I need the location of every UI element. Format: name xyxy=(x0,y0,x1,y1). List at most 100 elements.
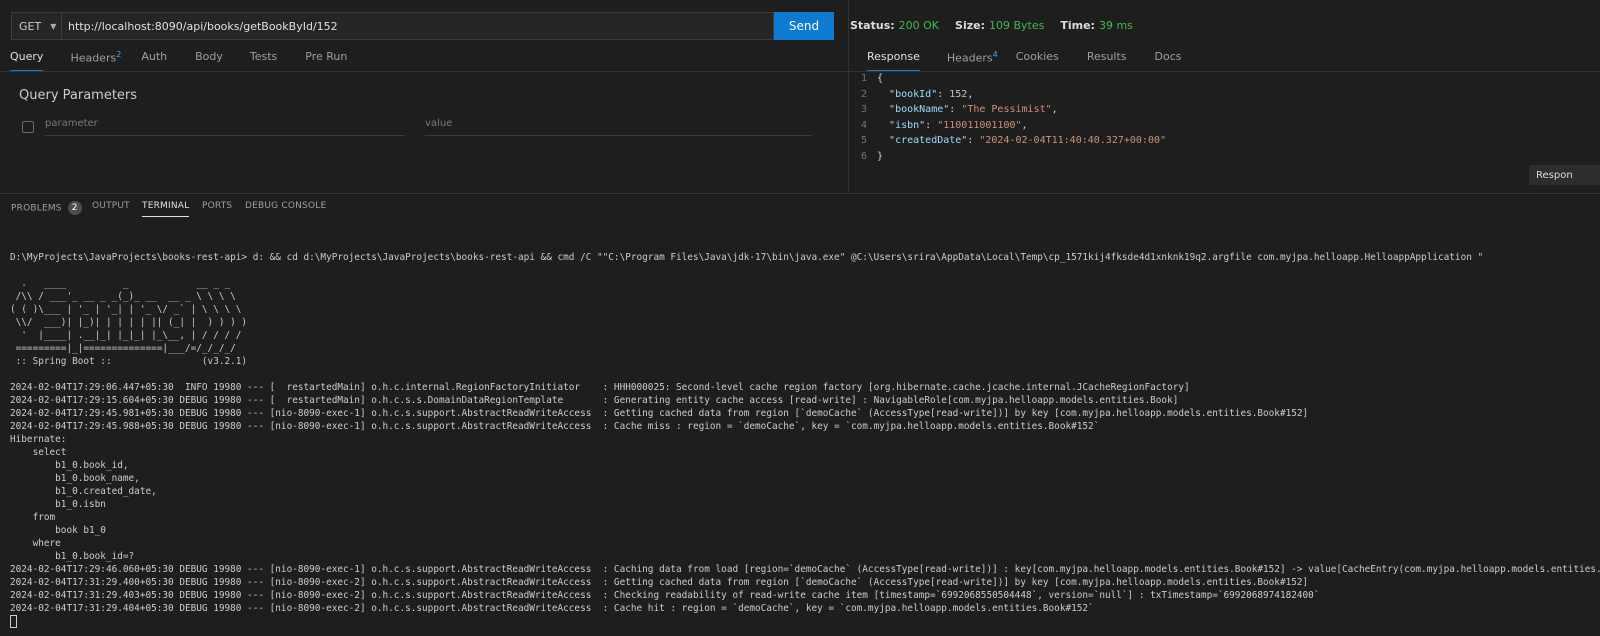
size-label: Size: xyxy=(955,19,985,32)
tab-headers[interactable]: Headers2 xyxy=(70,50,121,72)
top-area: GET ▼ http://localhost:8090/api/books/ge… xyxy=(0,0,1600,193)
terminal-output[interactable]: D:\MyProjects\JavaProjects\books-rest-ap… xyxy=(10,238,1600,628)
json-brace: } xyxy=(877,150,884,162)
tab-label: Results xyxy=(1086,50,1127,63)
query-parameters-title: Query Parameters xyxy=(19,88,138,103)
tab-label: Headers xyxy=(70,51,117,65)
chevron-down-icon: ▼ xyxy=(50,21,57,31)
tab-cookies[interactable]: Cookies xyxy=(1016,50,1059,72)
tab-count: 2 xyxy=(116,50,122,59)
terminal-line: D:\MyProjects\JavaProjects\books-rest-ap… xyxy=(10,252,1484,263)
terminal-cursor[interactable] xyxy=(10,615,17,628)
terminal-prompt-line xyxy=(10,615,1595,628)
tab-count: 4 xyxy=(992,50,998,59)
tab-tests[interactable]: Tests xyxy=(250,50,277,72)
divider xyxy=(0,71,848,72)
json-colon: : xyxy=(949,104,962,115)
status-label: Status: xyxy=(850,19,895,32)
url-input[interactable]: http://localhost:8090/api/books/getBookB… xyxy=(61,12,774,40)
tab-query[interactable]: Query xyxy=(10,50,44,72)
json-colon: : xyxy=(937,88,950,100)
time-value: 39 ms xyxy=(1098,19,1133,32)
response-pane: Status: 200 OK Size: 109 Bytes Time: 39 … xyxy=(849,0,1600,193)
tab-ports[interactable]: PORTS xyxy=(202,201,232,211)
terminal-line: b1_0.book_id, xyxy=(10,460,129,471)
response-tooltip: Respon xyxy=(1529,165,1600,185)
terminal-line: 2024-02-04T17:31:29.403+05:30 DEBUG 1998… xyxy=(10,590,1320,601)
tab-terminal[interactable]: TERMINAL xyxy=(142,201,190,217)
line-number: 4 xyxy=(860,119,867,131)
code-line: 2 "bookId": 152, xyxy=(849,87,1166,103)
code-line: 5 "createdDate": "2024-02-04T11:40:40.32… xyxy=(849,133,1166,149)
line-number: 6 xyxy=(860,150,867,162)
line-number: 1 xyxy=(860,73,867,84)
request-tabs: Query Headers2 Auth Body Tests Pre Run xyxy=(10,50,347,72)
terminal-line: b1_0.created_date, xyxy=(10,486,157,497)
tab-label: Cookies xyxy=(1015,50,1059,63)
line-number: 5 xyxy=(860,135,867,146)
tab-label: PROBLEMS xyxy=(11,203,62,214)
json-colon: : xyxy=(967,135,980,146)
time-label: Time: xyxy=(1060,19,1095,32)
size-value: 109 Bytes xyxy=(988,19,1045,32)
terminal-line: where xyxy=(10,538,61,549)
parameter-checkbox[interactable] xyxy=(22,121,34,133)
response-body: 1 { 2 "bookId": 152, 3 "bookName": "The P… xyxy=(849,71,1166,164)
code-line: 3 "bookName": "The Pessimist", xyxy=(849,102,1166,118)
send-button[interactable]: Send xyxy=(774,12,834,40)
json-colon: : xyxy=(925,119,938,131)
json-comma: , xyxy=(1051,104,1058,115)
tab-problems[interactable]: PROBLEMS 2 xyxy=(11,201,82,215)
terminal-line: ( ( )\___ | '_ | '_| | '_ \/ _` | \ \ \ … xyxy=(10,304,242,315)
terminal-line: :: Spring Boot :: (v3.2.1) xyxy=(10,356,248,367)
terminal-line: \\/ ___)| |_)| | | | | || (_| | ) ) ) ) xyxy=(10,317,248,328)
response-tabs: Response Headers4 Cookies Results Docs xyxy=(867,50,1182,72)
tab-results[interactable]: Results xyxy=(1087,50,1127,72)
tab-label: Response xyxy=(867,50,920,63)
tab-label: Tests xyxy=(249,50,278,63)
json-comma: , xyxy=(967,88,974,100)
method-label: GET xyxy=(19,19,42,33)
terminal-line: b1_0.book_name, xyxy=(10,473,140,484)
terminal-line: /\\ / ___'_ __ _ _(_)_ __ __ _ \ \ \ \ xyxy=(10,291,236,302)
tab-output[interactable]: OUTPUT xyxy=(92,201,130,211)
tab-body[interactable]: Body xyxy=(195,50,223,72)
status-value: 200 OK xyxy=(898,19,940,32)
json-key: "createdDate" xyxy=(889,135,968,146)
terminal-line: b1_0.book_id=? xyxy=(10,551,135,562)
code-line: 4 "isbn": "110011001100", xyxy=(849,118,1166,134)
terminal-line: b1_0.isbn xyxy=(10,499,106,510)
tab-label: Docs xyxy=(1154,50,1182,63)
tab-docs[interactable]: Docs xyxy=(1155,50,1182,72)
terminal-line: . ____ _ __ _ _ xyxy=(10,278,231,289)
panel-tabs: PROBLEMS 2 OUTPUT TERMINAL PORTS DEBUG CO… xyxy=(0,193,1600,220)
terminal-line: from xyxy=(10,512,56,523)
value-underline xyxy=(425,135,812,136)
response-status-bar: Status: 200 OK Size: 109 Bytes Time: 39 … xyxy=(850,19,1133,32)
json-brace: { xyxy=(877,73,884,84)
tab-pre-run[interactable]: Pre Run xyxy=(305,50,347,72)
tab-label: Auth xyxy=(141,50,168,63)
problems-count-badge: 2 xyxy=(67,201,82,215)
line-number: 3 xyxy=(860,104,867,115)
terminal-line: 2024-02-04T17:29:15.604+05:30 DEBUG 1998… xyxy=(10,395,1179,406)
json-value: "2024-02-04T11:40:40.327+00:00" xyxy=(979,135,1167,146)
tab-auth[interactable]: Auth xyxy=(141,50,167,72)
json-value: 152 xyxy=(949,88,968,100)
terminal-line: select xyxy=(10,447,67,458)
tab-response-headers[interactable]: Headers4 xyxy=(947,50,998,72)
method-select[interactable]: GET ▼ xyxy=(11,12,61,40)
value-input[interactable]: value xyxy=(425,118,452,136)
json-comma: , xyxy=(1021,119,1028,131)
terminal-line: 2024-02-04T17:29:45.981+05:30 DEBUG 1998… xyxy=(10,408,1309,419)
terminal-line: book b1_0 xyxy=(10,525,106,536)
tab-label: Pre Run xyxy=(305,50,348,63)
tab-debug-console[interactable]: DEBUG CONSOLE xyxy=(245,201,326,211)
terminal-line: 2024-02-04T17:29:06.447+05:30 INFO 19980… xyxy=(10,382,1190,393)
terminal-line: 2024-02-04T17:29:46.060+05:30 DEBUG 1998… xyxy=(10,564,1600,575)
tab-response[interactable]: Response xyxy=(867,50,920,72)
parameter-input[interactable]: parameter xyxy=(45,118,98,136)
tab-label: Headers xyxy=(946,51,993,65)
